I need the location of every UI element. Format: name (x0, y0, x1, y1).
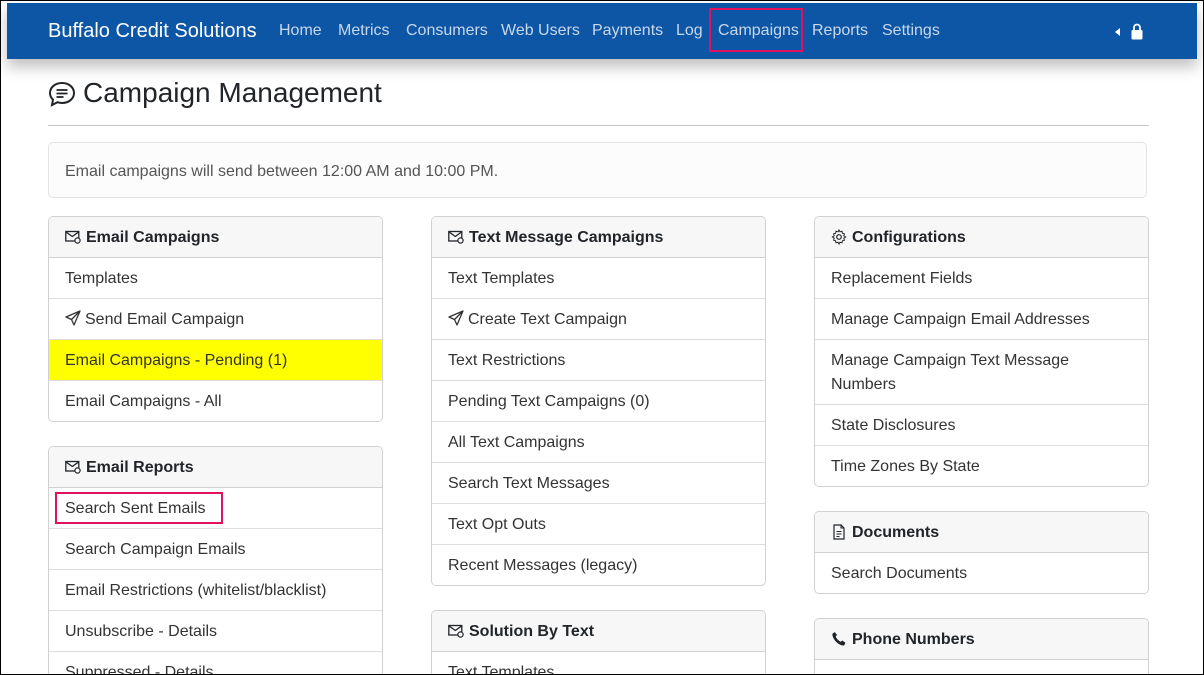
phone-icon (832, 632, 846, 646)
link-replacement-fields[interactable]: Replacement Fields (815, 258, 1148, 299)
nav-settings[interactable]: Settings (882, 22, 940, 40)
link-time-zones-by-state[interactable]: Time Zones By State (815, 446, 1148, 486)
link-templates[interactable]: Templates (49, 258, 382, 299)
link-search-documents[interactable]: Search Documents (815, 553, 1148, 593)
phone-numbers-title: Phone Numbers (852, 631, 975, 648)
solution-by-text-title: Solution By Text (469, 623, 595, 640)
configurations-title: Configurations (852, 229, 966, 246)
solution-by-text-card: Solution By Text Text Templates (431, 610, 766, 674)
documents-card: Documents Search Documents (814, 511, 1149, 594)
link-text-templates[interactable]: Text Templates (432, 258, 765, 299)
link-send-email-campaign[interactable]: Send Email Campaign (49, 299, 382, 340)
nav-campaigns-annotation (709, 8, 803, 52)
brand-logo[interactable]: Buffalo Credit Solutions (48, 20, 257, 43)
configurations-header: Configurations (815, 217, 1148, 258)
email-campaigns-title: Email Campaigns (86, 229, 220, 246)
gear-icon (831, 229, 847, 245)
link-all-text-campaigns[interactable]: All Text Campaigns (432, 422, 765, 463)
documents-header: Documents (815, 512, 1148, 553)
link-manage-campaign-email-addresses[interactable]: Manage Campaign Email Addresses (815, 299, 1148, 340)
text-campaigns-card: Text Message Campaigns Text Templates Cr… (431, 216, 766, 586)
email-reports-card: Email Reports Search Sent Emails Search … (48, 446, 383, 674)
paper-plane-icon (448, 310, 464, 326)
nav-payments[interactable]: Payments (592, 22, 663, 40)
link-text-restrictions[interactable]: Text Restrictions (432, 340, 765, 381)
text-campaigns-title: Text Message Campaigns (469, 229, 664, 246)
link-search-campaign-emails[interactable]: Search Campaign Emails (49, 529, 382, 570)
nav-log[interactable]: Log (676, 22, 703, 40)
lock-icon[interactable] (1131, 23, 1143, 40)
envelope-gear-icon (448, 624, 464, 638)
link-search-sent-emails[interactable]: Search Sent Emails (49, 488, 382, 529)
text-campaigns-header: Text Message Campaigns (432, 217, 765, 258)
nav-metrics[interactable]: Metrics (338, 22, 390, 40)
email-reports-header: Email Reports (49, 447, 382, 488)
nav-reports[interactable]: Reports (812, 22, 868, 40)
link-pending-text-campaigns[interactable]: Pending Text Campaigns (0) (432, 381, 765, 422)
link-sbt-text-templates[interactable]: Text Templates (432, 652, 765, 674)
send-email-campaign-label: Send Email Campaign (85, 311, 245, 328)
link-email-campaigns-pending[interactable]: Email Campaigns - Pending (1) (49, 340, 382, 381)
envelope-gear-icon (65, 460, 81, 474)
link-manage-campaign-text-numbers[interactable]: Manage Campaign Text Message Numbers (815, 340, 1148, 405)
link-search-text-messages[interactable]: Search Text Messages (432, 463, 765, 504)
caret-left-icon[interactable] (1115, 28, 1120, 36)
paper-plane-icon (65, 310, 81, 326)
phone-numbers-header: Phone Numbers (815, 619, 1148, 660)
link-unsubscribe-details[interactable]: Unsubscribe - Details (49, 611, 382, 652)
nav-web-users[interactable]: Web Users (501, 22, 580, 40)
link-email-restrictions[interactable]: Email Restrictions (whitelist/blacklist) (49, 570, 382, 611)
nav-consumers[interactable]: Consumers (406, 22, 488, 40)
document-icon (833, 524, 845, 540)
link-text-opt-outs[interactable]: Text Opt Outs (432, 504, 765, 545)
link-create-text-campaign[interactable]: Create Text Campaign (432, 299, 765, 340)
documents-title: Documents (852, 524, 940, 541)
top-navbar: Buffalo Credit Solutions Home Metrics Co… (7, 3, 1197, 59)
send-window-notice: Email campaigns will send between 12:00 … (48, 142, 1147, 198)
configurations-card: Configurations Replacement Fields Manage… (814, 216, 1149, 487)
envelope-gear-icon (448, 230, 464, 244)
phone-numbers-card: Phone Numbers (814, 618, 1149, 674)
link-state-disclosures[interactable]: State Disclosures (815, 405, 1148, 446)
solution-by-text-header: Solution By Text (432, 611, 765, 652)
create-text-campaign-label: Create Text Campaign (468, 311, 627, 328)
link-recent-messages-legacy[interactable]: Recent Messages (legacy) (432, 545, 765, 585)
nav-home[interactable]: Home (279, 22, 322, 40)
email-campaigns-card: Email Campaigns Templates Send Email Cam… (48, 216, 383, 422)
email-reports-title: Email Reports (86, 459, 194, 476)
app-window: Buffalo Credit Solutions Home Metrics Co… (0, 0, 1204, 675)
title-divider (48, 125, 1149, 126)
search-sent-emails-annotation (55, 492, 223, 524)
link-email-campaigns-all[interactable]: Email Campaigns - All (49, 381, 382, 421)
chat-bubble-icon (48, 81, 76, 107)
email-campaigns-header: Email Campaigns (49, 217, 382, 258)
link-suppressed-details[interactable]: Suppressed - Details (49, 652, 382, 674)
page-title: Campaign Management (83, 77, 382, 108)
envelope-gear-icon (65, 230, 81, 244)
